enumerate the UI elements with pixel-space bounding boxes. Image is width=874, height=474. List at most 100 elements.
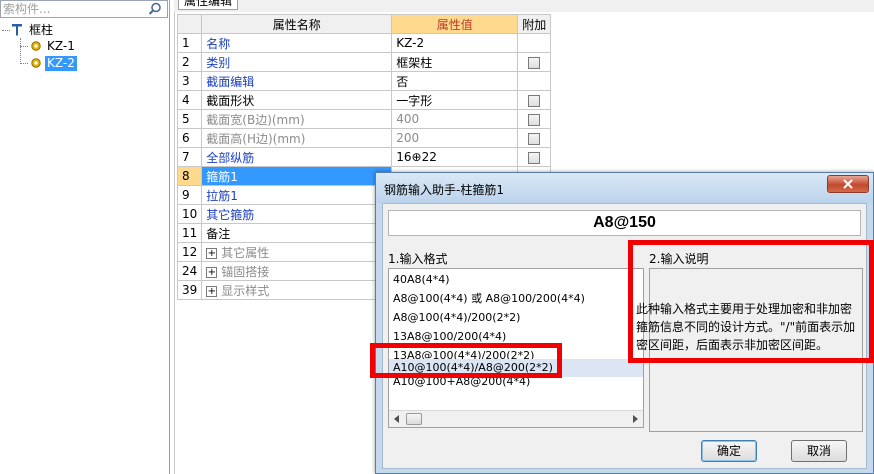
property-value[interactable]: 一字形 <box>391 90 519 110</box>
row-filler <box>551 129 871 148</box>
row-filler <box>551 53 871 72</box>
property-name[interactable]: 全部纵筋 <box>201 147 393 167</box>
expand-plus-icon[interactable]: + <box>206 285 218 297</box>
add-cell <box>517 147 552 167</box>
row-number: 12 <box>176 242 203 262</box>
formula-input[interactable]: A8@150 <box>388 210 861 236</box>
add-checkbox[interactable] <box>528 56 541 69</box>
close-icon <box>843 179 853 189</box>
property-name[interactable]: 箍筋1 <box>201 166 393 186</box>
annotation-box-description <box>628 240 874 363</box>
add-checkbox[interactable] <box>528 94 541 107</box>
row-number: 24 <box>176 261 203 281</box>
property-value[interactable]: 16⊕22 <box>391 147 519 167</box>
row-filler <box>551 72 871 91</box>
annotation-box-format-item <box>370 343 562 378</box>
table-row[interactable]: 3 截面编辑 否 <box>176 71 871 91</box>
expand-plus-icon[interactable]: + <box>206 266 218 278</box>
add-cell <box>517 90 552 110</box>
list-item[interactable]: 40A8(4*4) <box>393 271 450 289</box>
property-group-label: 显示样式 <box>221 283 270 298</box>
row-number: 39 <box>176 280 203 300</box>
header-filler <box>550 14 871 34</box>
property-group[interactable]: + 其它属性 <box>201 242 393 262</box>
tab-strip: 属性编辑 <box>174 0 874 12</box>
cancel-button[interactable]: 取消 <box>791 440 847 462</box>
property-value[interactable]: 400 <box>391 109 519 129</box>
row-filler <box>551 148 871 167</box>
property-name[interactable]: 名称 <box>201 33 393 53</box>
row-number: 1 <box>176 33 203 53</box>
row-number: 2 <box>176 52 203 72</box>
table-row[interactable]: 5 截面宽(B边)(mm) 400 <box>176 109 871 129</box>
row-number: 8 <box>176 166 203 186</box>
list-item[interactable]: A8@100(4*4)/200(2*2) <box>393 309 520 327</box>
property-name[interactable]: 其它箍筋 <box>201 204 393 224</box>
dialog-title: 钢筋输入助手-柱箍筋1 <box>384 183 504 197</box>
property-group[interactable]: + 显示样式 <box>201 280 393 300</box>
property-group[interactable]: + 锚固搭接 <box>201 261 393 281</box>
row-number: 3 <box>176 71 203 91</box>
property-name[interactable]: 备注 <box>201 223 393 243</box>
grid-header-row: 属性名称 属性值 附加 <box>176 14 871 34</box>
row-number: 9 <box>176 185 203 205</box>
search-box <box>0 0 168 18</box>
gear-icon <box>31 41 41 51</box>
row-number: 7 <box>176 147 203 167</box>
tree-node-root-label: 框柱 <box>29 22 54 37</box>
tree-node-kz1-label: KZ-1 <box>47 38 75 53</box>
add-cell <box>517 128 552 148</box>
header-add: 附加 <box>517 14 552 34</box>
table-row[interactable]: 4 截面形状 一字形 <box>176 90 871 110</box>
list-item[interactable]: A8@100(4*4) 或 A8@100/200(4*4) <box>393 290 585 308</box>
ok-button[interactable]: 确定 <box>701 440 757 462</box>
property-value[interactable]: 框架柱 <box>391 52 519 72</box>
filter-icon <box>12 24 22 36</box>
tree-node-root[interactable]: 框柱 <box>2 22 55 38</box>
tree-node-kz2-label: KZ-2 <box>45 55 77 71</box>
scroll-thumb[interactable] <box>406 413 422 425</box>
property-value[interactable]: KZ-2 <box>391 33 519 53</box>
format-section-label: 1.输入格式 <box>388 252 448 266</box>
property-name[interactable]: 截面宽(B边)(mm) <box>201 109 393 129</box>
dialog-titlebar[interactable]: 钢筋输入助手-柱箍筋1 <box>376 173 873 203</box>
tree-node-kz2[interactable]: KZ-2 <box>20 55 77 71</box>
expand-plus-icon[interactable]: + <box>206 247 218 259</box>
add-cell <box>517 52 552 72</box>
row-number: 10 <box>176 204 203 224</box>
property-name[interactable]: 截面编辑 <box>201 71 393 91</box>
add-cell <box>517 71 552 91</box>
row-number: 6 <box>176 128 203 148</box>
property-name[interactable]: 截面形状 <box>201 90 393 110</box>
row-filler <box>551 91 871 110</box>
search-input[interactable] <box>1 1 141 17</box>
scroll-right-icon[interactable] <box>633 415 638 423</box>
add-checkbox[interactable] <box>528 151 541 164</box>
property-name[interactable]: 拉筋1 <box>201 185 393 205</box>
add-checkbox[interactable] <box>528 113 541 126</box>
table-row[interactable]: 7 全部纵筋 16⊕22 <box>176 147 871 167</box>
row-number: 5 <box>176 109 203 129</box>
row-number: 11 <box>176 223 203 243</box>
search-icon[interactable] <box>147 1 163 17</box>
scroll-left-icon[interactable] <box>394 415 399 423</box>
table-row[interactable]: 1 名称 KZ-2 <box>176 33 871 53</box>
row-filler <box>551 110 871 129</box>
gear-icon <box>31 58 41 68</box>
property-name[interactable]: 类别 <box>201 52 393 72</box>
header-index <box>176 14 203 34</box>
row-number: 4 <box>176 90 203 110</box>
close-button[interactable] <box>827 175 869 193</box>
add-cell <box>517 109 552 129</box>
property-value[interactable]: 否 <box>391 71 519 91</box>
horizontal-scrollbar[interactable] <box>389 410 643 427</box>
table-row[interactable]: 6 截面高(H边)(mm) 200 <box>176 128 871 148</box>
property-name[interactable]: 截面高(H边)(mm) <box>201 128 393 148</box>
tab-property-edit[interactable]: 属性编辑 <box>178 0 239 10</box>
property-value[interactable]: 200 <box>391 128 519 148</box>
header-property-value: 属性值 <box>391 14 519 34</box>
component-tree-pane: 框柱 KZ-1 KZ-2 <box>0 0 170 474</box>
tree-node-kz1[interactable]: KZ-1 <box>20 38 77 54</box>
table-row[interactable]: 2 类别 框架柱 <box>176 52 871 72</box>
add-checkbox[interactable] <box>528 132 541 145</box>
